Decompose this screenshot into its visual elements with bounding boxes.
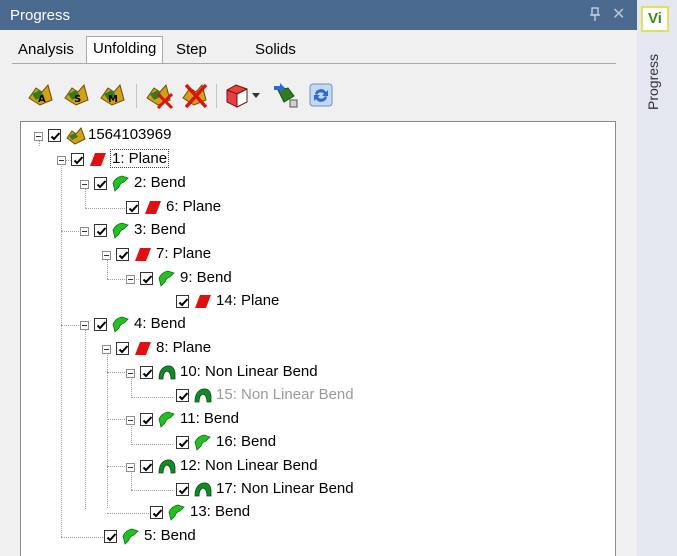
bend-icon: [112, 222, 130, 239]
node-checkbox[interactable]: [116, 248, 129, 261]
bend-icon: [112, 316, 130, 333]
refresh-icon[interactable]: [306, 80, 336, 110]
tree-node-label: 9: Bend: [180, 269, 232, 286]
plane-icon: [134, 246, 152, 263]
toolbar-separator: [136, 84, 137, 108]
tab-unfolding[interactable]: Unfolding: [86, 36, 164, 63]
collapse-toggle[interactable]: [126, 275, 135, 284]
node-checkbox[interactable]: [94, 318, 107, 331]
collapse-toggle[interactable]: [80, 180, 89, 189]
progress-panel: Progress ✕ Analysis Unfolding Step Solid…: [0, 0, 637, 556]
node-checkbox[interactable]: [140, 366, 153, 379]
side-dock: Vi Progress: [637, 0, 677, 556]
tree-node-label: 1: Plane: [109, 149, 170, 168]
node-checkbox[interactable]: [140, 460, 153, 473]
node-checkbox[interactable]: [140, 272, 153, 285]
panel-title: Progress: [10, 7, 71, 24]
tree-node-label: 12: Non Linear Bend: [180, 457, 318, 474]
nonlinear-bend-icon: [194, 481, 212, 498]
solid-view-icon[interactable]: [222, 80, 252, 110]
unfold-step-icon[interactable]: S: [62, 80, 92, 110]
node-checkbox[interactable]: [126, 201, 139, 214]
collapse-toggle[interactable]: [126, 463, 135, 472]
bend-icon: [122, 528, 140, 545]
node-checkbox[interactable]: [176, 483, 189, 496]
unfold-manual-icon[interactable]: M: [98, 80, 128, 110]
tree-node-label: 2: Bend: [134, 174, 186, 191]
bend-icon: [158, 411, 176, 428]
collapse-toggle[interactable]: [102, 345, 111, 354]
remove-all-unfold-icon[interactable]: [180, 80, 210, 110]
tree-node-label: 13: Bend: [190, 503, 251, 520]
remove-unfold-icon[interactable]: [144, 80, 174, 110]
export-icon[interactable]: [270, 80, 300, 110]
nonlinear-bend-icon: [194, 387, 212, 404]
svg-text:A: A: [38, 94, 46, 105]
node-checkbox[interactable]: [104, 530, 117, 543]
collapse-toggle[interactable]: [102, 251, 111, 260]
tree-node-label: 10: Non Linear Bend: [180, 363, 318, 380]
pin-icon[interactable]: [588, 6, 602, 24]
collapse-toggle[interactable]: [34, 132, 43, 141]
tree-node-label: 17: Non Linear Bend: [216, 480, 354, 497]
node-checkbox[interactable]: [71, 153, 84, 166]
bend-icon: [112, 175, 130, 192]
collapse-toggle[interactable]: [126, 369, 135, 378]
tree-node-label: 7: Plane: [156, 245, 212, 262]
unfolding-tree: 1564103969 1: Plane 2: Bend 6: Plane 3: …: [20, 121, 616, 556]
tab-divider: [12, 63, 616, 64]
root-checkbox[interactable]: [48, 129, 61, 142]
bend-icon: [194, 434, 212, 451]
plane-icon: [89, 151, 107, 168]
node-checkbox[interactable]: [150, 506, 163, 519]
tab-step[interactable]: Step: [170, 38, 213, 64]
tab-solids[interactable]: Solids: [249, 38, 302, 64]
bend-icon: [168, 504, 186, 521]
tree-node-label: 15: Non Linear Bend: [216, 386, 354, 403]
svg-text:S: S: [74, 94, 81, 105]
toolbar-separator: [216, 84, 217, 108]
node-checkbox[interactable]: [176, 389, 189, 402]
sheetmetal-part-icon: [66, 127, 86, 145]
tree-root-label: 1564103969: [88, 126, 172, 143]
tree-node-label: 5: Bend: [144, 527, 196, 544]
node-checkbox[interactable]: [140, 413, 153, 426]
collapse-toggle[interactable]: [57, 156, 66, 165]
chevron-down-icon[interactable]: [250, 80, 262, 110]
tree-node-label: 8: Plane: [156, 339, 212, 356]
vi-badge[interactable]: Vi: [641, 6, 669, 32]
collapse-toggle[interactable]: [80, 227, 89, 236]
title-bar: Progress ✕: [0, 0, 637, 30]
node-checkbox[interactable]: [94, 224, 107, 237]
plane-icon: [134, 340, 152, 357]
tab-analysis[interactable]: Analysis: [12, 38, 80, 64]
tree-node-label: 6: Plane: [166, 198, 222, 215]
plane-icon: [144, 199, 162, 216]
node-checkbox[interactable]: [116, 342, 129, 355]
svg-text:M: M: [108, 94, 118, 105]
tree-node-label: 4: Bend: [134, 315, 186, 332]
node-checkbox[interactable]: [94, 177, 107, 190]
tree-node-label: 16: Bend: [216, 433, 277, 450]
close-icon[interactable]: ✕: [612, 4, 625, 24]
collapse-toggle[interactable]: [80, 321, 89, 330]
tree-node-label: 11: Bend: [180, 410, 239, 427]
unfold-all-icon[interactable]: A: [26, 80, 56, 110]
nonlinear-bend-icon: [158, 364, 176, 381]
progress-side-tab[interactable]: Progress: [645, 54, 661, 110]
node-checkbox[interactable]: [176, 295, 189, 308]
plane-icon: [194, 293, 212, 310]
node-checkbox[interactable]: [176, 436, 189, 449]
bend-icon: [158, 270, 176, 287]
collapse-toggle[interactable]: [126, 416, 135, 425]
nonlinear-bend-icon: [158, 458, 176, 475]
tree-node-label: 3: Bend: [134, 221, 186, 238]
tree-node-label: 14: Plane: [216, 292, 280, 309]
